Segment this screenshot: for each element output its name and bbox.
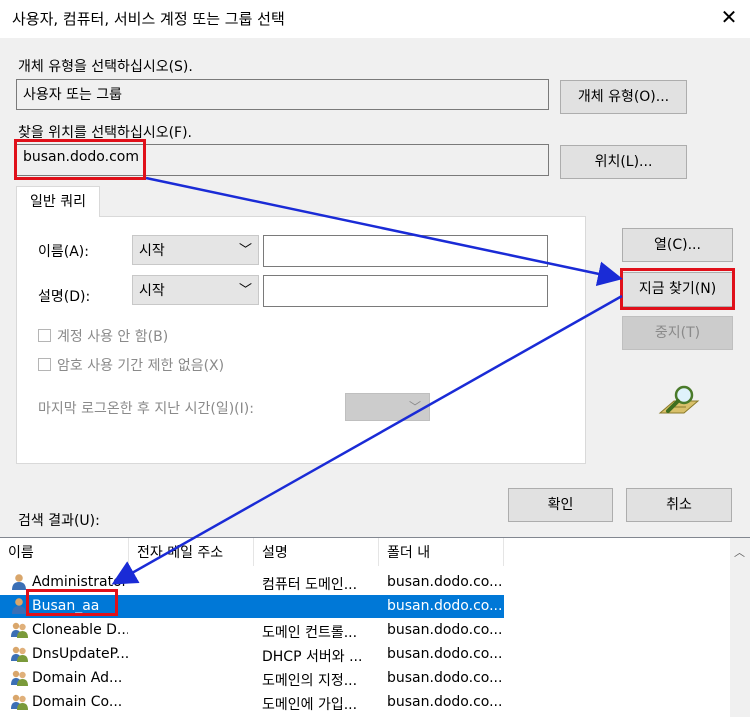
- description-mode-select[interactable]: 시작 ﹀: [132, 275, 259, 305]
- name-mode-value: 시작: [139, 243, 165, 259]
- description-mode-value: 시작: [139, 283, 165, 299]
- table-row[interactable]: Cloneable D... 도메인 컨트롤... busan.dodo.co...: [0, 619, 504, 642]
- columns-button[interactable]: 열(C)...: [622, 228, 733, 262]
- table-row[interactable]: Domain Co... 도메인에 가입... busan.dodo.co...: [0, 691, 504, 714]
- ok-button[interactable]: 확인: [508, 488, 613, 522]
- cell-folder: busan.dodo.co...: [387, 622, 502, 638]
- cell-name: Domain Co...: [32, 694, 123, 710]
- group-icon: [11, 670, 28, 686]
- scroll-up-icon[interactable]: ︿: [734, 544, 745, 560]
- description-input[interactable]: [263, 275, 548, 307]
- cell-folder: busan.dodo.co...: [387, 694, 502, 710]
- name-label: 이름(A):: [38, 244, 89, 260]
- column-header-folder[interactable]: 폴더 내: [379, 538, 504, 566]
- group-icon: [11, 646, 28, 662]
- search-icon: [658, 385, 700, 414]
- disabled-accounts-checkbox[interactable]: [38, 329, 51, 342]
- name-mode-select[interactable]: 시작 ﹀: [132, 235, 259, 265]
- cell-folder: busan.dodo.co...: [387, 574, 502, 590]
- cell-name: Administrator: [32, 574, 128, 590]
- object-type-field: 사용자 또는 그룹: [16, 79, 549, 110]
- find-now-highlight: [620, 268, 735, 310]
- cell-name: DnsUpdateP...: [32, 646, 128, 662]
- cancel-button[interactable]: 취소: [626, 488, 732, 522]
- object-type-label: 개체 유형을 선택하십시오(S).: [18, 59, 193, 75]
- results-list[interactable]: 이름 전자 메일 주소 설명 폴더 내 Administrator 컴퓨터 도메인…: [0, 537, 750, 718]
- cell-desc: 도메인 컨트롤...: [262, 625, 358, 641]
- column-header-description[interactable]: 설명: [254, 538, 379, 566]
- chevron-down-icon: ﹀: [238, 283, 252, 298]
- cell-name: Domain Ad...: [32, 670, 123, 686]
- stop-button[interactable]: 중지(T): [622, 316, 733, 350]
- chevron-down-icon: ﹀: [408, 400, 421, 414]
- busan-aa-highlight: [26, 589, 118, 616]
- days-since-logon-label: 마지막 로그온한 후 지난 시간(일)(I):: [38, 401, 254, 417]
- description-label: 설명(D):: [38, 289, 91, 305]
- window-title: 사용자, 컴퓨터, 서비스 계정 또는 그룹 선택: [12, 10, 285, 28]
- object-types-button[interactable]: 개체 유형(O)...: [560, 80, 687, 114]
- close-icon[interactable]: ✕: [714, 2, 744, 32]
- name-input[interactable]: [263, 235, 548, 267]
- no-expire-password-checkbox[interactable]: [38, 358, 51, 371]
- group-icon: [11, 694, 28, 710]
- cell-folder: busan.dodo.co...: [387, 598, 502, 614]
- column-header-name[interactable]: 이름: [0, 538, 129, 566]
- cell-desc: 도메인에 가입...: [262, 697, 358, 713]
- group-icon: [11, 622, 28, 638]
- cell-desc: 도메인의 지정...: [262, 673, 358, 689]
- locations-button[interactable]: 위치(L)...: [560, 145, 687, 179]
- table-row[interactable]: DnsUpdateP... DHCP 서버와 ... busan.dodo.co..…: [0, 643, 504, 666]
- cell-folder: busan.dodo.co...: [387, 670, 502, 686]
- table-row[interactable]: Domain Ad... 도메인의 지정... busan.dodo.co...: [0, 667, 504, 690]
- disabled-accounts-label: 계정 사용 안 함(B): [57, 329, 169, 345]
- vertical-scrollbar[interactable]: ︿: [730, 538, 750, 717]
- no-expire-password-label: 암호 사용 기간 제한 없음(X): [57, 358, 225, 374]
- days-since-logon-select[interactable]: ﹀: [345, 393, 430, 421]
- cell-desc: 컴퓨터 도메인...: [262, 577, 358, 593]
- cell-desc: DHCP 서버와 ...: [262, 649, 363, 665]
- cell-name: Cloneable D...: [32, 622, 128, 638]
- cell-folder: busan.dodo.co...: [387, 646, 502, 662]
- column-header-email[interactable]: 전자 메일 주소: [129, 538, 254, 566]
- chevron-down-icon: ﹀: [238, 243, 252, 258]
- search-results-label: 검색 결과(U):: [18, 513, 100, 529]
- location-highlight: [14, 139, 146, 180]
- tab-common-queries[interactable]: 일반 쿼리: [16, 186, 100, 217]
